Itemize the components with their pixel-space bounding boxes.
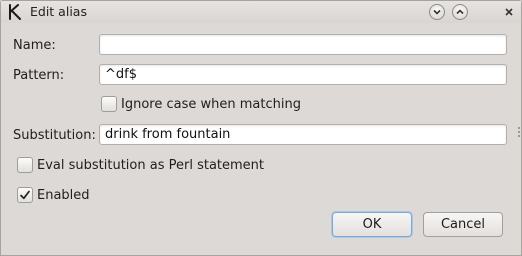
eval-perl-label[interactable]: Eval substitution as Perl statement (37, 158, 264, 173)
substitution-label: Substitution: (13, 128, 96, 143)
ok-button[interactable]: OK (332, 212, 412, 237)
eval-perl-checkbox[interactable] (17, 157, 33, 173)
enabled-label[interactable]: Enabled (37, 188, 90, 203)
edit-alias-dialog: Edit alias Name: Pattern: Ignore case wh… (0, 0, 522, 256)
pattern-label: Pattern: (13, 68, 65, 83)
maximize-icon[interactable] (452, 4, 468, 20)
pattern-input[interactable] (99, 64, 507, 85)
close-icon[interactable] (501, 4, 517, 20)
ignore-case-label[interactable]: Ignore case when matching (121, 97, 301, 112)
resize-grip[interactable] (518, 127, 521, 137)
substitution-input[interactable] (99, 124, 507, 145)
kde-app-icon[interactable] (7, 4, 23, 20)
name-label: Name: (13, 38, 56, 53)
ignore-case-checkbox[interactable] (101, 96, 117, 112)
name-input[interactable] (99, 34, 507, 55)
title-bar[interactable]: Edit alias (1, 1, 521, 23)
enabled-checkbox[interactable] (17, 187, 33, 203)
window-title: Edit alias (30, 4, 87, 19)
cancel-button[interactable]: Cancel (423, 212, 503, 237)
minimize-icon[interactable] (429, 4, 445, 20)
checkmark-icon (20, 190, 30, 200)
